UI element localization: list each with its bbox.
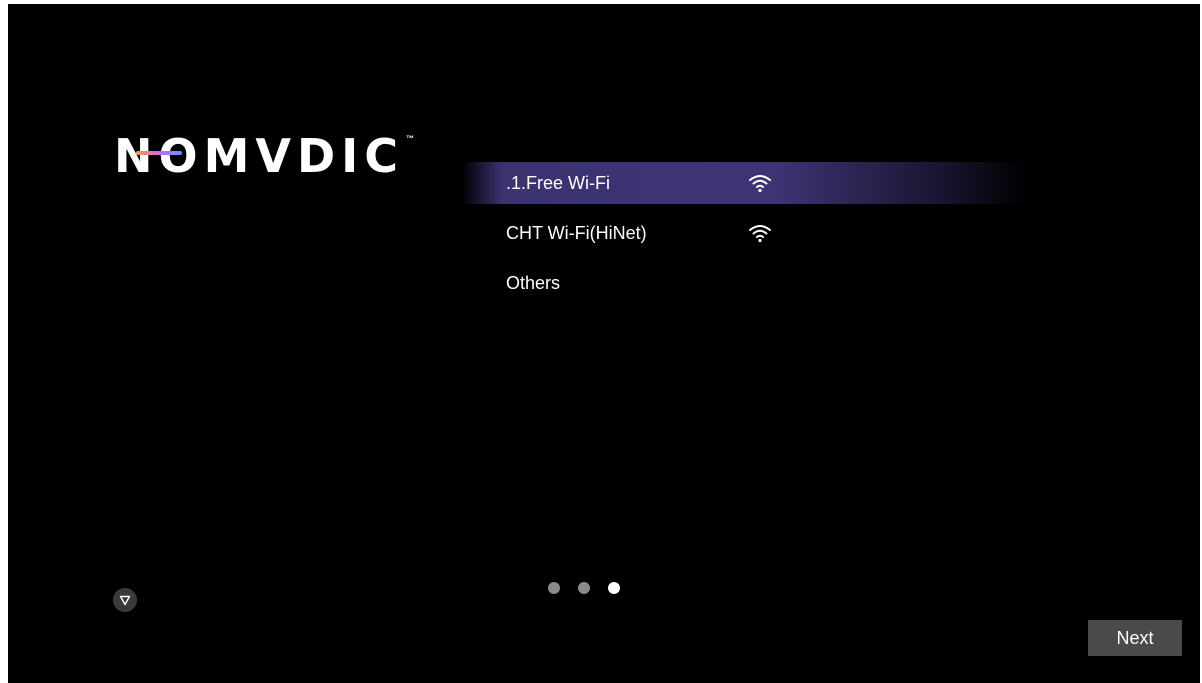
network-name: CHT Wi-Fi(HiNet): [506, 222, 647, 243]
network-item-others[interactable]: Others: [462, 262, 1027, 304]
page-dot-3-active: [608, 582, 620, 594]
page-dot-2: [578, 582, 590, 594]
network-name: .1.Free Wi-Fi: [506, 172, 611, 193]
scroll-down-button[interactable]: [113, 588, 137, 612]
next-button[interactable]: Next: [1088, 620, 1182, 656]
logo-text: NOMVDIC: [114, 129, 405, 183]
wifi-icon: [749, 175, 771, 193]
trademark-mark: ™: [406, 134, 415, 143]
network-name: Others: [506, 272, 561, 293]
triangle-down-icon: [119, 595, 131, 605]
setup-screen: NOMVDIC ™ .1.Free Wi-Fi CHT Wi-Fi(HiNet)…: [8, 4, 1200, 683]
page-dot-1: [548, 582, 560, 594]
network-item-cht-wifi[interactable]: CHT Wi-Fi(HiNet): [462, 212, 1027, 254]
wifi-network-list: .1.Free Wi-Fi CHT Wi-Fi(HiNet) Others: [462, 162, 1027, 312]
nomadic-logo: NOMVDIC ™: [114, 129, 414, 183]
wifi-icon: [749, 225, 771, 243]
page-indicator: [548, 582, 620, 594]
network-item-free-wifi[interactable]: .1.Free Wi-Fi: [462, 162, 1027, 204]
logo-accent-stripe: [136, 151, 182, 155]
